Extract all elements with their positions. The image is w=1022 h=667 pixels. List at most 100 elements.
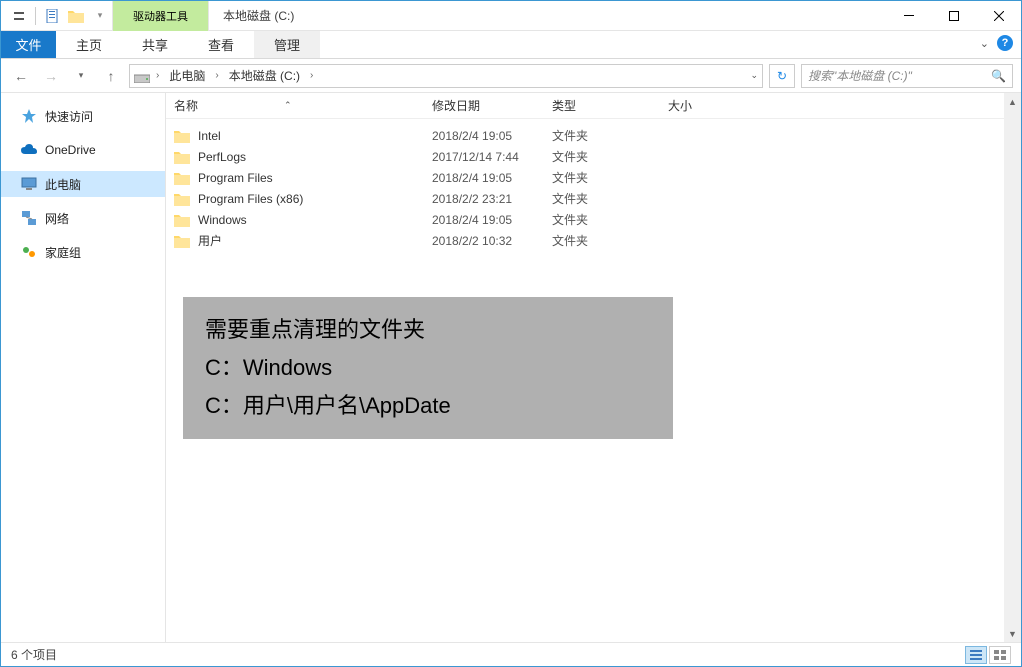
column-type[interactable]: 类型 — [552, 97, 668, 114]
sidebar-item-onedrive[interactable]: OneDrive — [1, 137, 165, 163]
qat-dropdown-icon[interactable]: ▾ — [88, 2, 112, 30]
annotation-line: C：用户\用户名\AppDate — [205, 387, 651, 425]
sort-indicator-icon: ⌃ — [284, 100, 292, 111]
file-date: 2017/12/14 7:44 — [432, 150, 552, 164]
ribbon-collapse-icon[interactable]: ⌄ — [980, 37, 989, 50]
quick-access-toolbar: ▾ — [1, 1, 113, 30]
breadcrumb-this-pc[interactable]: 此电脑 — [165, 67, 209, 84]
file-type: 文件夹 — [552, 232, 668, 249]
address-dropdown-icon[interactable]: ⌄ — [750, 70, 758, 81]
help-icon[interactable]: ? — [997, 35, 1013, 51]
breadcrumb-arrow[interactable]: › — [213, 70, 220, 81]
qat-menu-icon[interactable] — [7, 2, 31, 30]
annotation-overlay: 需要重点清理的文件夹 C：Windows C：用户\用户名\AppDate — [183, 297, 673, 439]
tab-home[interactable]: 主页 — [56, 31, 122, 58]
file-name-label: Intel — [198, 129, 221, 143]
pc-icon — [21, 176, 37, 192]
contextual-tab-header: 驱动器工具 — [113, 1, 209, 31]
folder-icon — [174, 213, 190, 227]
sidebar-item-quick-access[interactable]: 快速访问 — [1, 103, 165, 129]
drive-icon — [134, 69, 150, 83]
search-box[interactable]: 搜索"本地磁盘 (C:)" 🔍 — [801, 64, 1013, 88]
search-icon[interactable]: 🔍 — [991, 69, 1006, 83]
folder-icon — [174, 129, 190, 143]
column-headers: 名称 ⌃ 修改日期 类型 大小 — [166, 93, 1021, 119]
details-view-button[interactable] — [965, 646, 987, 664]
file-row[interactable]: Intel 2018/2/4 19:05文件夹 — [166, 125, 1021, 146]
column-size[interactable]: 大小 — [668, 97, 748, 114]
recent-dropdown-icon[interactable]: ▾ — [69, 64, 93, 88]
refresh-button[interactable]: ↻ — [769, 64, 795, 88]
file-date: 2018/2/2 23:21 — [432, 192, 552, 206]
column-name[interactable]: 名称 ⌃ — [174, 97, 432, 114]
search-placeholder: 搜索"本地磁盘 (C:)" — [808, 67, 912, 84]
file-date: 2018/2/4 19:05 — [432, 213, 552, 227]
properties-icon[interactable] — [40, 2, 64, 30]
navigation-bar: ← → ▾ ↑ › 此电脑 › 本地磁盘 (C:) › ⌄ ↻ 搜索"本地磁盘 … — [1, 59, 1021, 93]
icons-view-button[interactable] — [989, 646, 1011, 664]
sidebar-item-label: 网络 — [45, 210, 69, 227]
address-bar[interactable]: › 此电脑 › 本地磁盘 (C:) › ⌄ — [129, 64, 763, 88]
sidebar-item-homegroup[interactable]: 家庭组 — [1, 239, 165, 265]
column-date[interactable]: 修改日期 — [432, 97, 552, 114]
context-tab-label: 驱动器工具 — [133, 8, 188, 24]
file-row[interactable]: Program Files (x86) 2018/2/2 23:21文件夹 — [166, 188, 1021, 209]
window-controls — [886, 1, 1021, 30]
file-name-label: Windows — [198, 213, 247, 227]
separator — [35, 7, 36, 25]
file-row[interactable]: Program Files2018/2/4 19:05文件夹 — [166, 167, 1021, 188]
file-name-label: 用户 — [198, 232, 222, 249]
sidebar-item-label: OneDrive — [45, 143, 96, 157]
view-mode-switcher — [965, 646, 1011, 664]
network-icon — [21, 210, 37, 226]
cloud-icon — [21, 142, 37, 158]
file-name-label: PerfLogs — [198, 150, 246, 164]
sidebar-item-label: 此电脑 — [45, 176, 81, 193]
sidebar-item-label: 家庭组 — [45, 244, 81, 261]
scroll-down-icon[interactable]: ▼ — [1004, 625, 1021, 642]
tab-share[interactable]: 共享 — [122, 31, 188, 58]
column-name-label: 名称 — [174, 97, 198, 114]
star-icon — [21, 108, 37, 124]
file-row[interactable]: 用户 2018/2/2 10:32文件夹 — [166, 230, 1021, 251]
file-type: 文件夹 — [552, 127, 668, 144]
file-name-label: Program Files (x86) — [198, 192, 303, 206]
file-rows: Intel2018/2/4 19:05文件夹PerfLogs2017/12/14… — [166, 119, 1021, 251]
folder-icon[interactable] — [64, 2, 88, 30]
vertical-scrollbar[interactable]: ▲ ▼ — [1004, 93, 1021, 642]
sidebar-item-this-pc[interactable]: 此电脑 — [1, 171, 165, 197]
file-date: 2018/2/2 10:32 — [432, 234, 552, 248]
file-type: 文件夹 — [552, 211, 668, 228]
ribbon-tabs: 文件 主页 共享 查看 管理 ⌄ ? — [1, 31, 1021, 59]
maximize-button[interactable] — [931, 1, 976, 31]
annotation-line: 需要重点清理的文件夹 — [205, 311, 651, 349]
close-button[interactable] — [976, 1, 1021, 31]
file-row[interactable]: Windows 2018/2/4 19:05文件夹 — [166, 209, 1021, 230]
file-tab[interactable]: 文件 — [1, 31, 56, 58]
sidebar-item-network[interactable]: 网络 — [1, 205, 165, 231]
folder-icon — [174, 150, 190, 164]
sidebar-item-label: 快速访问 — [45, 108, 93, 125]
forward-button[interactable]: → — [39, 64, 63, 88]
file-type: 文件夹 — [552, 190, 668, 207]
window-title: 本地磁盘 (C:) — [209, 1, 294, 30]
folder-icon — [174, 234, 190, 248]
breadcrumb-drive-c[interactable]: 本地磁盘 (C:) — [225, 67, 304, 84]
minimize-button[interactable] — [886, 1, 931, 31]
up-button[interactable]: ↑ — [99, 64, 123, 88]
item-count: 6 个项目 — [11, 646, 57, 663]
titlebar: ▾ 驱动器工具 本地磁盘 (C:) — [1, 1, 1021, 31]
tab-manage[interactable]: 管理 — [254, 31, 320, 58]
scroll-up-icon[interactable]: ▲ — [1004, 93, 1021, 110]
file-date: 2018/2/4 19:05 — [432, 129, 552, 143]
file-name-label: Program Files — [198, 171, 273, 185]
breadcrumb-arrow[interactable]: › — [154, 70, 161, 81]
annotation-line: C：Windows — [205, 349, 651, 387]
breadcrumb-arrow[interactable]: › — [308, 70, 315, 81]
tab-view[interactable]: 查看 — [188, 31, 254, 58]
folder-icon — [174, 192, 190, 206]
file-date: 2018/2/4 19:05 — [432, 171, 552, 185]
file-row[interactable]: PerfLogs2017/12/14 7:44文件夹 — [166, 146, 1021, 167]
navigation-pane: 快速访问 OneDrive 此电脑 网络 家庭组 — [1, 93, 166, 642]
back-button[interactable]: ← — [9, 64, 33, 88]
